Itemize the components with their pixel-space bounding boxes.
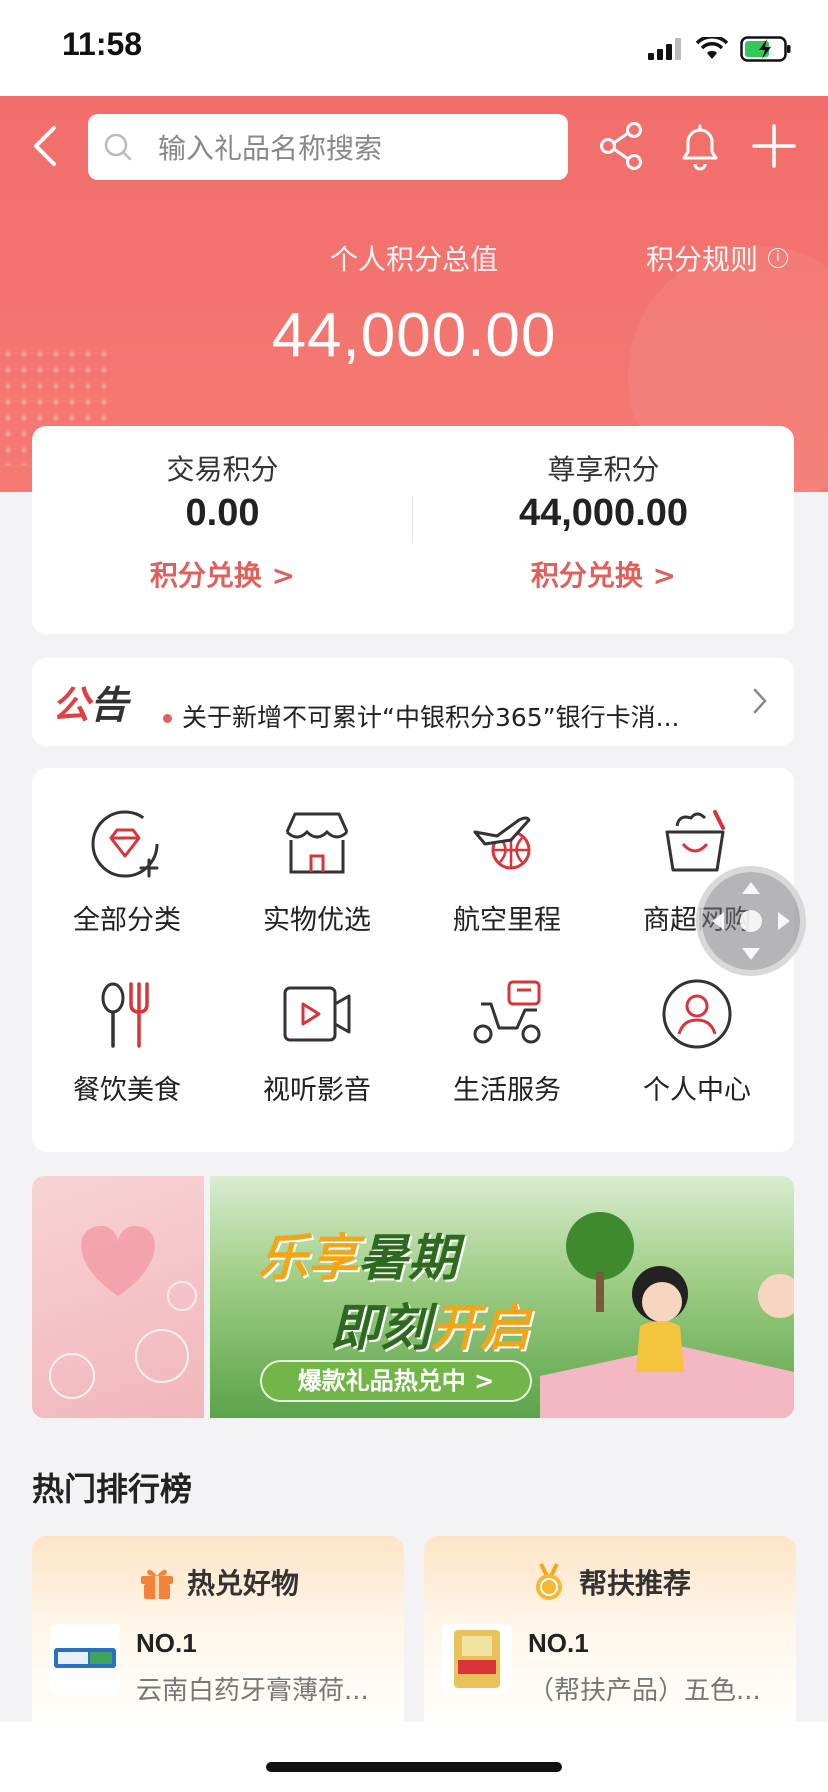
category-label: 视听影音: [263, 1075, 371, 1106]
back-icon[interactable]: [26, 122, 66, 170]
airplane-globe-icon: [473, 816, 531, 870]
premium-points-column: 尊享积分 44,000.00 积分兑换 >: [413, 426, 794, 634]
trade-points-value: 0.00: [185, 492, 260, 534]
category-airline-miles[interactable]: 航空里程: [412, 804, 602, 937]
category-grid: 全部分类 实物优选 航空里程 商超网购: [32, 768, 794, 1152]
user-icon: [662, 979, 732, 1049]
status-bar: 11:58: [0, 0, 828, 96]
trade-points-column: 交易积分 0.00 积分兑换 >: [32, 426, 413, 634]
ranking-card-hot[interactable]: 热兑好物 NO.1 云南白药牙膏薄荷...: [32, 1536, 404, 1736]
toothpaste-image: [54, 1648, 116, 1668]
product-name: 云南白药牙膏薄荷...: [136, 1676, 369, 1706]
trade-points-exchange-link[interactable]: 积分兑换 >: [32, 554, 413, 594]
category-goods[interactable]: 实物优选: [222, 804, 412, 937]
summer-promo-banner[interactable]: 乐享暑期 即刻开启 爆款礼品热兑中 >: [210, 1176, 794, 1418]
search-input[interactable]: 输入礼品名称搜索: [88, 114, 568, 180]
premium-points-label: 尊享积分: [547, 453, 660, 486]
banner-title-line2: 即刻开启: [330, 1299, 530, 1357]
ranking-card-header: 热兑好物: [32, 1562, 404, 1602]
scooter-icon: [473, 980, 541, 1044]
ranking-section-title: 热门排行榜: [32, 1470, 193, 1508]
plus-icon[interactable]: [746, 118, 802, 174]
banner-side-image[interactable]: [32, 1176, 204, 1418]
home-indicator[interactable]: [266, 1762, 562, 1772]
category-label: 生活服务: [453, 1075, 561, 1106]
home-indicator-area: [0, 1722, 828, 1792]
category-all[interactable]: 全部分类: [32, 804, 222, 937]
points-rule-link[interactable]: 积分规则 i: [646, 238, 788, 278]
search-icon: [104, 133, 132, 161]
spoon-fork-icon: [101, 982, 149, 1048]
points-breakdown-card: 交易积分 0.00 积分兑换 > 尊享积分 44,000.00 积分兑换 >: [32, 426, 794, 634]
signal-icon: [648, 38, 681, 60]
category-label: 个人中心: [643, 1075, 751, 1106]
status-icons: [648, 36, 792, 62]
points-total-value: 44,000.00: [271, 301, 557, 370]
category-personal-center[interactable]: 个人中心: [602, 974, 792, 1107]
rank-number: NO.1: [136, 1628, 197, 1658]
rice-bag-image: [454, 1630, 500, 1688]
category-dining[interactable]: 餐饮美食: [32, 974, 222, 1107]
premium-points-exchange-link[interactable]: 积分兑换 >: [413, 554, 794, 594]
chevron-right-icon: [753, 688, 767, 714]
category-label: 航空里程: [453, 905, 561, 936]
product-thumbnail: [442, 1624, 512, 1694]
ranking-card-title: 帮扶推荐: [578, 1567, 691, 1600]
rank-number: NO.1: [528, 1628, 589, 1658]
store-icon: [285, 812, 349, 874]
category-life-services[interactable]: 生活服务: [412, 974, 602, 1107]
points-rule-label: 积分规则: [645, 243, 758, 276]
dpad-icon: [712, 882, 790, 960]
notice-logo: 公告: [52, 683, 129, 727]
ranking-card-support[interactable]: 帮扶推荐 NO.1 （帮扶产品）五色...: [424, 1536, 796, 1736]
battery-charging-icon: [740, 36, 791, 62]
medal-icon: [535, 1563, 562, 1600]
info-icon: i: [768, 248, 788, 268]
share-icon[interactable]: [594, 118, 650, 174]
diamond-plus-icon: [91, 810, 159, 878]
banner-title-line1: 乐享暑期: [258, 1229, 458, 1287]
trade-points-label: 交易积分: [166, 453, 279, 486]
gift-icon: [140, 1569, 173, 1599]
status-time: 11:58: [62, 26, 143, 62]
product-name: （帮扶产品）五色...: [528, 1676, 761, 1706]
search-placeholder: 输入礼品名称搜索: [158, 132, 383, 165]
notice-text: 关于新增不可累计“中银积分365”银行卡消...: [182, 703, 680, 732]
notice-bullet-icon: [163, 714, 172, 723]
bell-icon[interactable]: [672, 118, 728, 174]
premium-points-value: 44,000.00: [518, 492, 689, 534]
ranking-card-header: 帮扶推荐: [424, 1562, 796, 1602]
notice-bar[interactable]: 公告 公告 关于新增不可累计“中银积分365”银行卡消...: [32, 658, 794, 746]
balloon-heart-image: [49, 1226, 197, 1399]
wifi-icon: [696, 37, 728, 59]
category-label: 餐饮美食: [73, 1075, 181, 1106]
product-thumbnail: [50, 1624, 120, 1694]
category-label: 实物优选: [263, 905, 371, 936]
category-label: 全部分类: [73, 905, 181, 936]
ranking-card-title: 热兑好物: [186, 1567, 299, 1600]
assistive-touch-button[interactable]: [696, 866, 806, 976]
banner-cta-button[interactable]: 爆款礼品热兑中 >: [260, 1360, 532, 1402]
category-media[interactable]: 视听影音: [222, 974, 412, 1107]
video-camera-icon: [283, 986, 351, 1042]
